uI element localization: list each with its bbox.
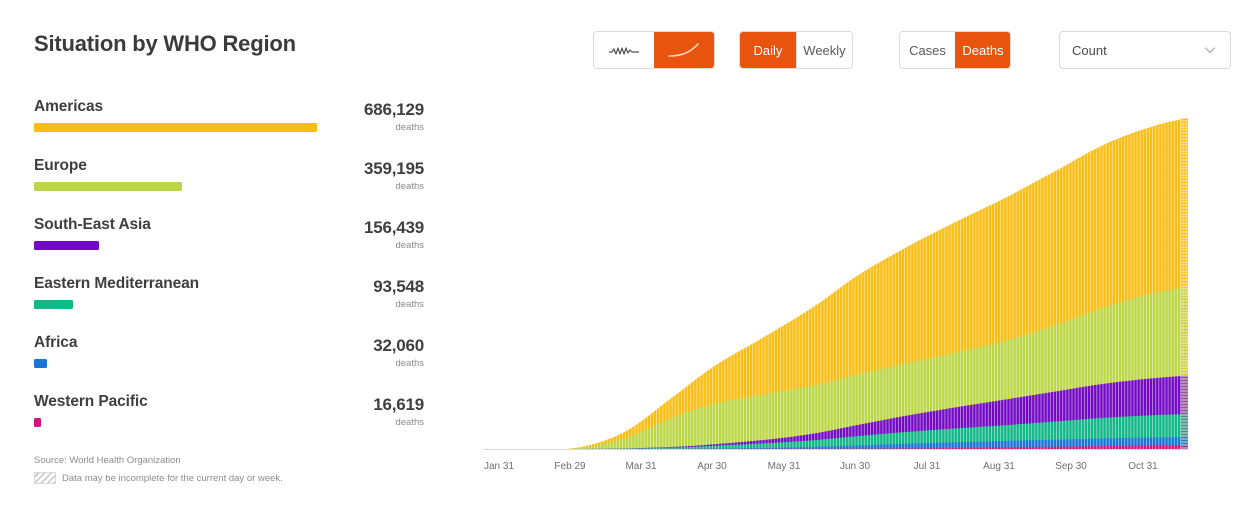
region-name: Europe	[34, 157, 87, 174]
region-unit-label: deaths	[395, 299, 424, 310]
x-tick-label: Sep 30	[1055, 461, 1087, 472]
region-value: 156,439	[363, 218, 424, 237]
x-tick-label: Jun 30	[839, 461, 871, 472]
region-value: 32,060	[373, 336, 424, 355]
region-row[interactable]: South-East Asia 156,439 deaths	[34, 216, 424, 275]
region-value: 686,129	[363, 100, 424, 119]
footer: Source: World Health Organization Data m…	[34, 455, 434, 484]
x-tick-label: Oct 31	[1128, 461, 1158, 472]
region-bar	[34, 359, 48, 368]
region-value: 359,195	[363, 159, 424, 178]
region-name: South-East Asia	[34, 216, 151, 233]
region-unit-label: deaths	[395, 181, 424, 192]
x-tick-label: Apr 30	[697, 461, 727, 472]
region-bar	[34, 241, 99, 250]
x-tick-label: May 31	[767, 461, 801, 472]
incomplete-data-note: Data may be incomplete for the current d…	[34, 472, 434, 484]
region-name: Africa	[34, 334, 78, 351]
incomplete-data-column	[1181, 117, 1188, 449]
region-unit-label: deaths	[395, 240, 424, 251]
x-tick-label: Jan 31	[483, 461, 515, 472]
chart-canvas	[483, 117, 1188, 450]
region-bar	[34, 418, 41, 427]
x-tick-label: Aug 31	[983, 461, 1015, 472]
x-tick-label: Mar 31	[625, 461, 657, 472]
region-name: Eastern Mediterranean	[34, 275, 200, 292]
region-row[interactable]: Western Pacific 16,619 deaths	[34, 393, 424, 452]
who-situation-widget: Situation by WHO Region Americas 686,129 d…	[0, 0, 1245, 511]
region-summary-panel: Situation by WHO Region Americas 686,129 d…	[0, 0, 460, 511]
region-bar	[34, 182, 183, 191]
incomplete-note-text: Data may be incomplete for the current d…	[62, 472, 283, 484]
source-text: Source: World Health Organization	[34, 455, 181, 466]
region-row[interactable]: Africa 32,060 deaths	[34, 334, 424, 393]
region-name: Americas	[34, 98, 103, 115]
region-unit-label: deaths	[395, 358, 424, 369]
region-row[interactable]: Americas 686,129 deaths	[34, 98, 424, 157]
region-bar	[34, 300, 73, 309]
hatched-swatch-icon	[34, 472, 56, 484]
region-unit-label: deaths	[395, 417, 424, 428]
region-row[interactable]: Europe 359,195 deaths	[34, 157, 424, 216]
region-list: Americas 686,129 deaths Europe 359,195 deaths…	[34, 98, 424, 452]
region-name: Western Pacific	[34, 393, 148, 410]
region-row[interactable]: Eastern Mediterranean 93,548 deaths	[34, 275, 424, 334]
region-value: 93,548	[373, 277, 424, 296]
stacked-area-chart[interactable]: Jan 31 Feb 29 Mar 31 Apr 30 May 31 Jun 30 Jul …	[460, 0, 1245, 511]
x-tick-label: Feb 29	[554, 461, 586, 472]
region-unit-label: deaths	[395, 122, 424, 133]
page-title: Situation by WHO Region	[34, 31, 296, 56]
x-tick-label: Jul 31	[913, 461, 941, 472]
x-axis-tick-labels: Jan 31 Feb 29 Mar 31 Apr 30 May 31 Jun 30 Jul …	[460, 461, 1245, 481]
region-value: 16,619	[373, 395, 424, 414]
